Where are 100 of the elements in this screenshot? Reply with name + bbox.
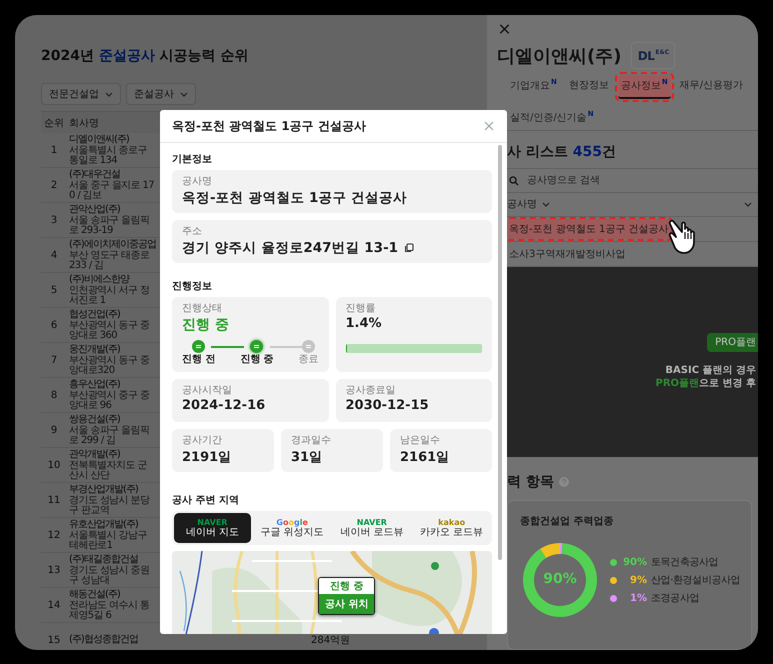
legend-value: 90% [622, 556, 647, 568]
scrollbar[interactable] [498, 145, 502, 560]
rank-cell-text: 9 [50, 424, 58, 436]
company-title: 디엘이앤씨(주) [497, 44, 622, 68]
plan-note: PRO플랜으로 변경 후 [656, 376, 757, 390]
tab[interactable]: 현장정보 [566, 75, 612, 99]
company-name[interactable]: 협성건업(주) [69, 308, 155, 320]
company-address: 인천광역시 서구 정서진로 1 [69, 286, 150, 306]
company-address: 서울 송파구 올림픽로 293-19 [69, 216, 150, 236]
step-label: 진행 전 [182, 354, 216, 365]
company-name[interactable]: (주)협성종합건업 [69, 634, 155, 646]
project-name[interactable]: 소사3구역재개발정비사업 [507, 244, 628, 264]
close-icon[interactable] [484, 121, 494, 131]
field-value: 2024-12-16 [182, 398, 266, 413]
section-heading: 진행정보 [172, 281, 213, 293]
caret-icon [105, 92, 113, 96]
pro-plan-button[interactable]: PRO플랜 [707, 332, 758, 352]
rank-cell-text: 2 [50, 180, 58, 190]
amount-cell-text: 284억원 [310, 634, 352, 647]
map-tab[interactable]: NAVER 네이버 지도 [174, 513, 251, 543]
rank-cell-text: 13 [46, 564, 62, 576]
field-label: 경과일수 [291, 434, 332, 447]
rank-cell-text: 15 [46, 634, 62, 646]
company-name[interactable]: 부경산업개발(주) [69, 484, 155, 496]
status-value: 진행 중 [182, 316, 230, 334]
rank-cell-text: 3 [50, 214, 58, 226]
company-name[interactable]: (주)대우건설 [69, 168, 155, 180]
plan-note: BASIC 플랜의 경우 [665, 364, 757, 377]
section-heading: 공사 주변 지역 [172, 495, 240, 507]
company-name[interactable]: 디엘이앤씨(주) [69, 134, 155, 146]
company-address: 경기도 성남시 분당구 판교역 [69, 496, 151, 516]
company-name[interactable]: 쌍용건설(주) [69, 414, 155, 426]
company-name[interactable]: 웅진개발(주) [69, 344, 155, 356]
map-tab[interactable]: kakao 카카오 로드뷰 [413, 513, 490, 543]
rank-cell-text: 5 [50, 284, 58, 296]
close-icon[interactable] [499, 24, 510, 34]
company-name[interactable]: (주)에이치제이중공업 [69, 238, 155, 250]
column-header: 회사명 [68, 116, 99, 130]
rank-cell-text: 11 [46, 494, 62, 506]
filter-dropdown[interactable]: 전문건설업 [41, 83, 121, 105]
rank-cell-text: 14 [46, 600, 62, 610]
company-name[interactable]: 관악산업(주) [69, 204, 155, 216]
column-header: 순위 [43, 116, 65, 130]
filter-dropdown[interactable]: 준설공사 [126, 83, 196, 105]
caret-icon [542, 202, 550, 207]
company-address: 전라남도 여수시 통제영5길 6 [69, 600, 150, 622]
field-label: 주소 [182, 225, 203, 238]
chart-title: 종합건설업 주력업종 [520, 516, 614, 527]
company-address: 부산광역시 동구 중앙대로 360 [69, 320, 150, 342]
legend-value: 1% [629, 592, 647, 604]
company-address: 경기도 성남시 중원구 성남대 [69, 566, 150, 586]
company-address: 전북특별자치도 군산시 산단 [69, 460, 148, 482]
tab[interactable]: 공사정보$^{N}$ [618, 75, 671, 99]
search-icon [509, 176, 519, 186]
field-value: 2030-12-15 [346, 398, 430, 413]
company-name[interactable]: 흥우산업(주) [69, 378, 155, 390]
rank-cell-text: 12 [46, 530, 62, 540]
list-title: 사 리스트 455건 [507, 142, 617, 161]
rank-cell-text: 10 [46, 460, 62, 470]
field-label: 공사시작일 [182, 384, 233, 397]
company-name[interactable]: 해동건설(주) [69, 588, 155, 600]
field-label: 진행률 [346, 302, 376, 315]
company-name[interactable]: 유호산업개발(주) [69, 518, 155, 530]
field-value: 1.4% [346, 316, 383, 331]
page-title: 2024년 준설공사 시공능력 순위 [41, 47, 250, 66]
field-label: 남은일수 [400, 434, 441, 447]
tab[interactable]: 재무/신용평가 [676, 75, 746, 99]
company-address: 부산 영도구 태종로 233 / 김 [69, 250, 150, 272]
company-address: 서울특별시 강남구 테헤란로1 [69, 530, 148, 552]
column-header[interactable]: 공사명 [507, 197, 550, 212]
search-field[interactable]: 공사명으로 검색 [507, 168, 758, 193]
field-value: 2161일 [400, 449, 450, 466]
tab[interactable]: 실적/인증/신기술$^{N}$ [507, 106, 597, 130]
marker-label: 공사 위치 [319, 594, 374, 614]
map-tab[interactable]: Google 구글 위성지도 [254, 513, 330, 543]
rank-cell-text: 4 [50, 250, 58, 260]
rank-cell-text: 8 [50, 390, 58, 400]
legend-value: 9% [629, 574, 647, 586]
map-tab[interactable]: NAVER 네이버 로드뷰 [334, 513, 410, 543]
field-label: 공사기간 [182, 434, 223, 447]
legend-label: 조경공사업 [651, 592, 700, 605]
company-name[interactable]: (주)태길종합건설 [69, 554, 155, 566]
field-label: 공사명 [182, 175, 213, 188]
field-label: 진행상태 [182, 302, 223, 315]
project-name[interactable]: 옥정-포천 광역철도 1공구 건설공사 [507, 218, 671, 239]
field-label: 공사종료일 [346, 384, 396, 397]
field-value: 경기 양주시 율정로247번길 13-1 [182, 239, 398, 257]
tab[interactable]: 기업개요$^{N}$ [507, 75, 560, 99]
dialog-title: 옥정-포천 광역철도 1공구 건설공사 [172, 118, 366, 134]
copy-icon[interactable] [404, 243, 414, 253]
donut-center-label: 90% [542, 571, 578, 587]
company-name[interactable]: (주)비에스한양 [69, 274, 155, 286]
step-label: 진행 중 [240, 354, 274, 365]
company-address: 서울 송파구 올림픽로 299 / 김 [69, 426, 150, 446]
legend-label: 산업·환경설비공사업 [651, 574, 740, 587]
field-value: 31일 [291, 449, 324, 466]
caret-icon[interactable] [744, 202, 752, 207]
section-heading: 기본정보 [172, 154, 213, 166]
field-value: 옥정-포천 광역철도 1공구 건설공사 [182, 189, 408, 207]
company-name[interactable]: 관악개발(주) [69, 448, 155, 460]
